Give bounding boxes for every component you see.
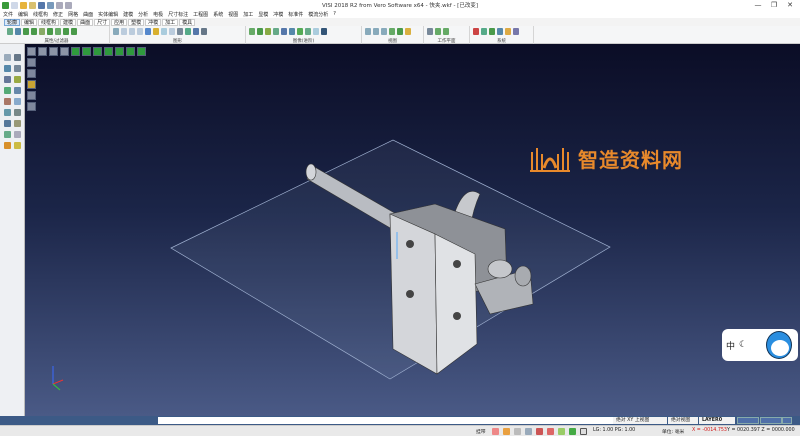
tool-icon[interactable]: [14, 65, 21, 72]
tool-icon[interactable]: [14, 54, 21, 61]
snap-icon[interactable]: [558, 428, 565, 435]
color-swatch[interactable]: [737, 417, 759, 424]
menu-analysis[interactable]: 分析: [138, 11, 148, 18]
ime-mascot-widget[interactable]: 中 ☾: [722, 329, 798, 361]
menu-flow-analysis[interactable]: 模流分析: [308, 11, 328, 18]
menu-file[interactable]: 文件: [3, 11, 13, 18]
tab-dimension[interactable]: 尺寸: [94, 18, 111, 26]
tool-icon[interactable]: [14, 109, 21, 116]
snap-icon[interactable]: [547, 428, 554, 435]
tool-icon[interactable]: [14, 87, 21, 94]
units-readout: 单位: 毫米: [662, 430, 685, 435]
absolute-view-label[interactable]: 绝对视图: [668, 417, 698, 424]
menu-modeling[interactable]: 建模: [123, 11, 133, 18]
title-bar: VISI 2018 R2 from Vero Software x64 - 快夹…: [0, 0, 800, 10]
tab-die[interactable]: 冲模: [145, 18, 162, 26]
menu-bar: 文件 编辑 线框构 修正 网格 曲面 实体编辑 建模 分析 电极 尺寸标注 工程…: [0, 10, 800, 18]
menu-surface[interactable]: 曲面: [83, 11, 93, 18]
tool-icon[interactable]: [4, 131, 11, 138]
menu-machining[interactable]: 加工: [243, 11, 253, 18]
tab-mould[interactable]: 模具: [179, 18, 196, 26]
3d-viewport[interactable]: 智造资料网 中 ☾: [25, 44, 800, 416]
group-system: 系统: [470, 26, 534, 44]
group-graphics: 图形: [110, 26, 246, 44]
menu-mould[interactable]: 显模: [258, 11, 268, 18]
tool-icon[interactable]: [14, 120, 21, 127]
color-swatch[interactable]: [760, 417, 782, 424]
axis-triad-icon: [52, 366, 64, 391]
ribbon-tabs: 轮廓 编辑 线框构 建模 曲面 尺寸 应用 塑模 冲模 加工 模具: [0, 18, 800, 26]
yz-coordinates: Y = 0020.397 Z = 0000.000: [727, 428, 795, 433]
minimize-button[interactable]: —: [750, 0, 766, 10]
tab-apply[interactable]: 应用: [111, 18, 128, 26]
x-coordinate: X = -0014.753: [692, 428, 727, 433]
watermark-logo-icon: [530, 147, 570, 172]
tool-icon[interactable]: [14, 142, 21, 149]
menu-modify[interactable]: 修正: [53, 11, 63, 18]
tool-icon[interactable]: [4, 109, 11, 116]
snap-icon[interactable]: [525, 428, 532, 435]
ribbon: 属性/过滤器 图形 图像(进阶) 视图 工作平面 系统: [0, 26, 800, 44]
view-label[interactable]: 绝对 XY 上视图: [613, 417, 667, 424]
restore-button[interactable]: ❐: [766, 0, 782, 10]
tab-modeling[interactable]: 建模: [60, 18, 77, 26]
tool-icon[interactable]: [14, 76, 21, 83]
status-bar: 挂带 LG: 1.00 PG: 1.00 单位: 毫米 X = -0014.75…: [0, 425, 800, 436]
menu-solid-edit[interactable]: 实体编辑: [98, 11, 118, 18]
group-attributes-filter: 属性/过滤器: [4, 26, 110, 44]
menu-system[interactable]: 系统: [213, 11, 223, 18]
left-toolbar: [0, 44, 25, 416]
menu-edit[interactable]: 编辑: [18, 11, 28, 18]
snap-icon[interactable]: [492, 428, 499, 435]
tab-wireframe[interactable]: 线框构: [38, 18, 60, 26]
scale-readout: LG: 1.00 PG: 1.00: [593, 428, 636, 433]
tool-icon[interactable]: [4, 120, 11, 127]
command-bar: 绝对 XY 上视图 绝对视图 LAYER0: [0, 416, 800, 425]
menu-dimension[interactable]: 尺寸标注: [168, 11, 188, 18]
menu-electrode[interactable]: 电极: [153, 11, 163, 18]
menu-wireframe[interactable]: 线框构: [33, 11, 48, 18]
tool-icon[interactable]: [4, 142, 11, 149]
watermark: 智造资料网: [530, 144, 683, 173]
color-swatch[interactable]: [782, 417, 792, 424]
tool-icon[interactable]: [14, 98, 21, 105]
group-workplane: 工作平面: [424, 26, 470, 44]
tool-icon[interactable]: [4, 65, 11, 72]
group-image-advanced: 图像(进阶): [246, 26, 362, 44]
watermark-text: 智造资料网: [578, 148, 683, 172]
tool-icon[interactable]: [4, 98, 11, 105]
work-plane: [170, 139, 611, 380]
tab-edit[interactable]: 编辑: [21, 18, 38, 26]
menu-die[interactable]: 冲模: [273, 11, 283, 18]
menu-help[interactable]: ?: [333, 11, 336, 17]
mode-label[interactable]: 挂带: [476, 428, 486, 435]
grid-icon[interactable]: [580, 428, 587, 435]
tool-icon[interactable]: [4, 54, 11, 61]
tool-icon[interactable]: [14, 131, 21, 138]
model-scene: [52, 139, 611, 391]
command-input[interactable]: [158, 417, 613, 424]
tab-surface[interactable]: 曲面: [77, 18, 94, 26]
tool-icon[interactable]: [4, 87, 11, 94]
window-title: VISI 2018 R2 from Vero Software x64 - 快夹…: [322, 3, 478, 9]
close-button[interactable]: ✕: [782, 0, 798, 10]
tool-icon[interactable]: [4, 76, 11, 83]
tab-profile[interactable]: 轮廓: [4, 18, 21, 26]
snap-icon[interactable]: [503, 428, 510, 435]
tab-plastic-mould[interactable]: 塑模: [128, 18, 145, 26]
menu-drawing[interactable]: 工程图: [193, 11, 208, 18]
menu-view[interactable]: 视图: [228, 11, 238, 18]
snap-icon[interactable]: [514, 428, 521, 435]
rotate-icon[interactable]: [569, 428, 576, 435]
menu-mesh[interactable]: 网格: [68, 11, 78, 18]
tab-machining[interactable]: 加工: [162, 18, 179, 26]
group-view: 视图: [362, 26, 424, 44]
ime-mode-label: 中: [726, 341, 736, 352]
menu-standard-parts[interactable]: 标准件: [288, 11, 303, 18]
doraemon-icon: [766, 331, 792, 359]
moon-icon: ☾: [739, 340, 748, 350]
layer-label[interactable]: LAYER0: [699, 417, 735, 424]
snap-icon[interactable]: [536, 428, 543, 435]
